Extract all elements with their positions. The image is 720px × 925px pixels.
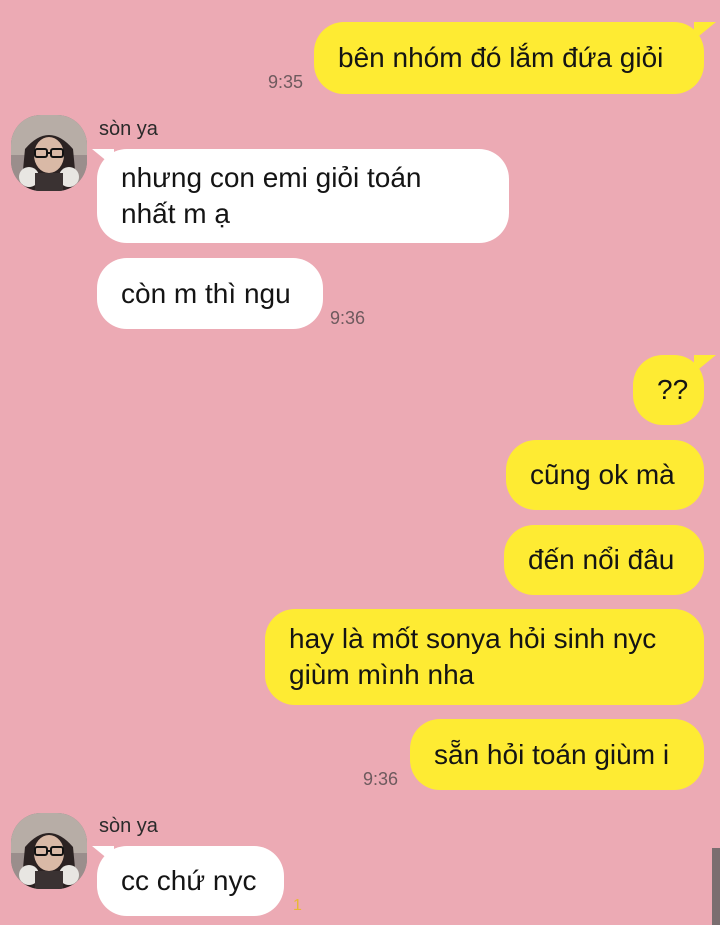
outgoing-message-bubble[interactable]: cũng ok mà bbox=[506, 440, 704, 510]
outgoing-message-bubble[interactable]: đến nổi đâu bbox=[504, 525, 704, 595]
message-text: bên nhóm đó lắm đứa giỏi bbox=[338, 42, 664, 73]
incoming-message-bubble[interactable]: nhưng con emi giỏi toán nhất m ạ bbox=[97, 149, 509, 243]
unread-count: 1 bbox=[293, 897, 302, 914]
sender-name: sòn ya bbox=[99, 815, 158, 837]
message-text: đến nổi đâu bbox=[528, 544, 675, 575]
message-text: cũng ok mà bbox=[530, 459, 675, 490]
bubble-tail bbox=[694, 355, 716, 373]
message-text: cc chứ nyc bbox=[121, 865, 257, 896]
incoming-message-bubble[interactable]: còn m thì ngu bbox=[97, 258, 323, 329]
outgoing-message-bubble[interactable]: bên nhóm đó lắm đứa giỏi bbox=[314, 22, 704, 94]
message-timestamp: 9:36 bbox=[330, 308, 366, 328]
contact-avatar[interactable] bbox=[11, 813, 87, 889]
avatar-photo-icon bbox=[11, 115, 87, 191]
message-text: ?? bbox=[657, 374, 689, 405]
avatar-photo-icon bbox=[11, 813, 87, 889]
message-text-line: hay là mốt sonya hỏi sinh nyc bbox=[289, 623, 657, 654]
bubble-tail bbox=[694, 22, 716, 40]
message-timestamp: 9:36 bbox=[363, 769, 399, 789]
contact-avatar[interactable] bbox=[11, 115, 87, 191]
sender-name: sòn ya bbox=[99, 118, 158, 140]
message-text: sẵn hỏi toán giùm i bbox=[434, 738, 670, 770]
message-text-line: nhưng con emi giỏi toán bbox=[121, 162, 422, 193]
incoming-message-bubble[interactable]: cc chứ nyc bbox=[97, 846, 284, 916]
outgoing-message-bubble[interactable]: hay là mốt sonya hỏi sinh nyc giùm mình … bbox=[265, 609, 704, 705]
outgoing-message-bubble[interactable]: sẵn hỏi toán giùm i bbox=[410, 719, 704, 790]
message-text-line: nhất m ạ bbox=[121, 198, 230, 229]
message-text-line: giùm mình nha bbox=[289, 659, 475, 690]
message-text: còn m thì ngu bbox=[121, 277, 291, 309]
message-timestamp: 9:35 bbox=[268, 72, 304, 92]
scrollbar-thumb[interactable] bbox=[712, 848, 720, 925]
